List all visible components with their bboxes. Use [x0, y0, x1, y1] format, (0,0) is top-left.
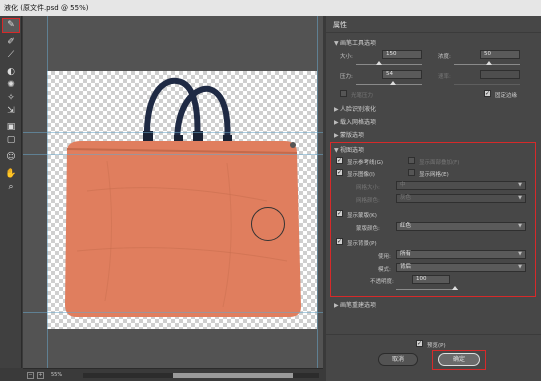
show-mesh-checkbox[interactable]: [408, 169, 415, 176]
face-tool-icon[interactable]: ☺: [4, 151, 18, 163]
zoom-level[interactable]: 55%: [51, 372, 62, 378]
section-brush-options[interactable]: ▼画笔工具选项: [334, 38, 376, 47]
rate-slider: [454, 84, 520, 85]
zoom-in-icon[interactable]: +: [37, 372, 44, 379]
hand-tool-icon[interactable]: ✋: [4, 168, 18, 180]
mode-label: 模式:: [378, 267, 391, 273]
rate-label: 速率:: [438, 74, 451, 80]
guide-horizontal: [23, 312, 323, 313]
panel-title: 属性: [333, 21, 347, 29]
density-slider[interactable]: [454, 61, 520, 65]
mesh-color-label: 网格颜色:: [356, 198, 380, 204]
freeze-mask-tool-icon[interactable]: ▣: [4, 121, 18, 133]
zoom-tool-icon[interactable]: ⌕: [4, 181, 18, 193]
mask-color-label: 蒙版颜色:: [356, 226, 380, 232]
size-slider[interactable]: [356, 61, 422, 65]
stylus-pressure-checkbox[interactable]: [340, 90, 347, 97]
use-label: 使用:: [378, 254, 391, 260]
preview-label: 预览(P): [427, 343, 446, 349]
thaw-mask-tool-icon[interactable]: ▢: [4, 134, 18, 146]
bloat-tool-icon[interactable]: ✧: [4, 92, 18, 104]
document-canvas[interactable]: [47, 71, 317, 329]
forward-warp-tool-icon[interactable]: ✎: [2, 18, 20, 33]
size-label: 大小:: [340, 54, 353, 60]
rate-field: [480, 70, 520, 79]
section-mask-options[interactable]: ▶蒙版选项: [334, 130, 364, 139]
preview-checkbox[interactable]: ✓: [416, 340, 423, 347]
section-load-mesh[interactable]: ▶载入网格选项: [334, 117, 376, 126]
twirl-tool-icon[interactable]: ◐: [4, 66, 18, 78]
chevron-down-icon: ▼: [518, 223, 522, 229]
scroll-thumb[interactable]: [173, 373, 293, 378]
use-select[interactable]: 所有 ▼: [396, 250, 526, 259]
window-title: 液化 (原文件.psd @ 55%): [0, 0, 541, 16]
size-field[interactable]: 150: [382, 50, 422, 59]
chevron-down-icon: ▼: [518, 264, 522, 270]
smooth-tool-icon[interactable]: ⟋: [4, 49, 18, 61]
horizontal-scrollbar[interactable]: [83, 373, 319, 378]
slider-knob[interactable]: [486, 61, 492, 65]
slider-knob[interactable]: [452, 286, 458, 290]
pin-edges-label: 固定边缘: [495, 93, 518, 99]
status-bar: − + 55%: [23, 368, 323, 381]
zoom-out-icon[interactable]: −: [27, 372, 34, 379]
show-backdrop-label: 显示背景(P): [347, 241, 377, 247]
bag-image: [65, 77, 301, 317]
canvas-area[interactable]: [23, 16, 323, 368]
tool-bar: ✎ ✐ ⟋ ◐ ✺ ✧ ⇲ ▣ ▢ ☺ ✋ ⌕: [0, 16, 22, 368]
show-backdrop-checkbox[interactable]: ✓: [336, 238, 343, 245]
section-face-aware[interactable]: ▶人脸识别液化: [334, 104, 376, 113]
reconstruct-tool-icon[interactable]: ✐: [4, 36, 18, 48]
mesh-size-select: 中 ▼: [396, 181, 526, 190]
show-face-overlay-checkbox[interactable]: [408, 157, 415, 164]
slider-knob[interactable]: [390, 81, 396, 85]
pressure-field[interactable]: 54: [382, 70, 422, 79]
show-guides-checkbox[interactable]: ✓: [336, 157, 343, 164]
mesh-size-label: 网格大小:: [356, 185, 380, 191]
guide-vertical: [47, 16, 48, 368]
guide-horizontal: [23, 154, 323, 155]
opacity-label: 不透明度:: [370, 279, 394, 285]
show-face-overlay-label: 显示面部叠加(F): [419, 160, 460, 166]
guide-vertical: [317, 16, 318, 368]
chevron-down-icon: ▼: [518, 195, 522, 201]
chevron-down-icon: ▼: [518, 182, 522, 188]
properties-panel: 属性 ▼画笔工具选项 大小: 150 浓度: 50 压力: 54 速率: 光笔压…: [326, 16, 541, 381]
mode-select[interactable]: 背后 ▼: [396, 263, 526, 272]
show-mask-label: 显示蒙版(K): [347, 213, 377, 219]
chevron-down-icon: ▼: [518, 251, 522, 257]
opacity-slider[interactable]: [396, 286, 458, 290]
stylus-pressure-label: 光笔压力: [351, 93, 374, 99]
show-mesh-label: 显示网格(E): [419, 172, 449, 178]
opacity-field[interactable]: 100: [412, 275, 450, 284]
show-guides-label: 显示参考线(G): [347, 160, 384, 166]
push-left-tool-icon[interactable]: ⇲: [4, 105, 18, 117]
pressure-label: 压力:: [340, 74, 353, 80]
ok-button[interactable]: 确定: [438, 353, 480, 366]
brush-cursor: [251, 207, 285, 241]
guide-horizontal: [23, 132, 323, 133]
show-image-label: 显示图像(I): [347, 172, 375, 178]
slider-knob[interactable]: [376, 61, 382, 65]
density-label: 浓度:: [438, 54, 451, 60]
density-field[interactable]: 50: [480, 50, 520, 59]
cancel-button[interactable]: 取消: [378, 353, 418, 366]
bag-handle-left: [143, 77, 201, 144]
section-brush-reconstruct[interactable]: ▶画笔重建选项: [334, 300, 376, 309]
pin-edges-checkbox[interactable]: ✓: [484, 90, 491, 97]
section-view-options[interactable]: ▼视图选项: [334, 145, 364, 154]
show-image-checkbox[interactable]: ✓: [336, 169, 343, 176]
pucker-tool-icon[interactable]: ✺: [4, 79, 18, 91]
mask-color-select[interactable]: 红色 ▼: [396, 222, 526, 231]
pressure-slider[interactable]: [356, 81, 422, 85]
show-mask-checkbox[interactable]: ✓: [336, 210, 343, 217]
mesh-color-select: 灰色 ▼: [396, 194, 526, 203]
